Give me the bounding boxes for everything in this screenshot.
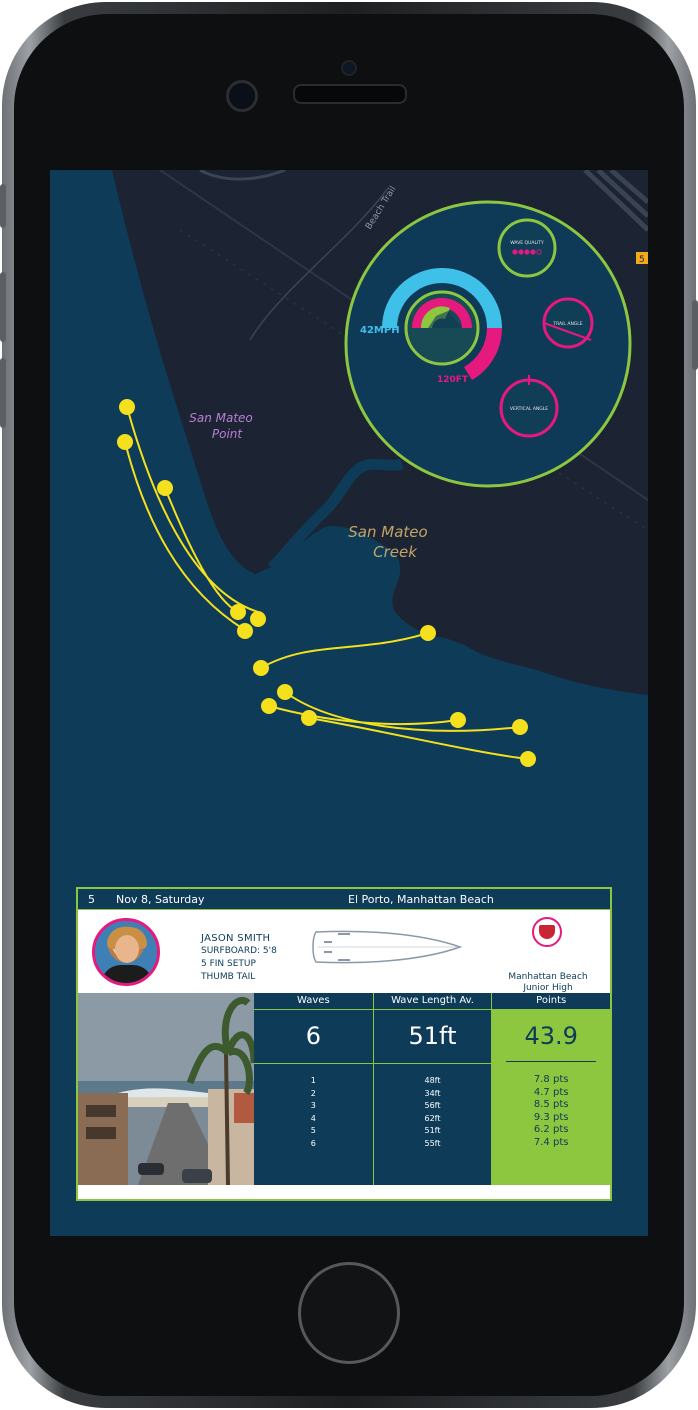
wave-point[interactable] (520, 751, 536, 767)
waves-column: Waves 6 1 2 3 4 5 6 (254, 993, 373, 1185)
wave-point[interactable] (512, 719, 528, 735)
avatar-shirt (101, 965, 153, 983)
list-item: 4.7 pts (533, 1086, 569, 1098)
tail-type: THUMB TAIL (201, 972, 256, 982)
wave-quality-label: WAVE QUALITY (510, 240, 544, 246)
list-item: 1 (310, 1076, 316, 1085)
points-total: 43.9 (524, 1022, 578, 1050)
session-date: Nov 8, Saturday (116, 892, 205, 906)
app-screen: 5 Beach Trail San Mateo Point San Mateo … (50, 170, 648, 1236)
map-label-creek-line1: San Mateo (348, 523, 427, 541)
points-divider (506, 1061, 597, 1062)
surfer-profile: JASON SMITH SURFBOARD: 5'8 5 FIN SETUP T… (78, 910, 610, 993)
list-item: 7.8 pts (533, 1074, 569, 1085)
vertical-angle-label: VERTICAL ANGLE (510, 406, 548, 412)
wave-quality-dots (512, 249, 542, 255)
wave-length-header: Wave Length Av. (373, 993, 492, 1010)
waves-header: Waves (254, 993, 373, 1010)
beach-photo-image (78, 993, 254, 1185)
list-item: 56ft (424, 1101, 441, 1111)
wave-point[interactable] (450, 712, 466, 728)
wave-length-average: 51ft (373, 1010, 492, 1064)
list-item: 62ft (424, 1113, 441, 1123)
waves-list: 1 2 3 4 5 6 (254, 1064, 373, 1151)
waves-total: 6 (254, 1010, 373, 1064)
session-header: 5 Nov 8, Saturday El Porto, Manhattan Be… (78, 889, 610, 910)
list-item: 9.3 pts (533, 1111, 569, 1123)
home-button[interactable] (298, 1262, 400, 1364)
list-item: 48ft (424, 1076, 441, 1085)
list-item: 5 (310, 1126, 316, 1136)
fin-setup: 5 FIN SETUP (201, 959, 256, 969)
proximity-sensor (341, 60, 357, 76)
school-crest-icon (539, 925, 555, 939)
wave-point[interactable] (250, 611, 266, 627)
wave-quality-gauge[interactable] (497, 218, 557, 278)
beach-photo (78, 993, 254, 1185)
stats-columns: Waves 6 1 2 3 4 5 6 Wave Length Av. 51ft (254, 993, 611, 1185)
school-name-line1: Manhattan Beach (508, 972, 588, 982)
wave-point[interactable] (119, 399, 135, 415)
surfboard-size: SURFBOARD: 5'8 (201, 946, 277, 956)
stats-panel: Waves 6 1 2 3 4 5 6 Wave Length Av. 51ft (78, 993, 611, 1185)
session-number: 5 (88, 892, 95, 906)
speed-label: 42MPH (360, 325, 400, 336)
list-item: 4 (310, 1113, 316, 1123)
height-label: 120FT (437, 375, 469, 385)
map-label-point-line1: San Mateo (189, 411, 253, 425)
power-button (692, 300, 698, 370)
wave-point[interactable] (253, 660, 269, 676)
wave-quality-dot (512, 249, 518, 255)
volume-down-button (0, 358, 6, 428)
list-item: 51ft (424, 1126, 441, 1136)
volume-up-button (0, 272, 6, 342)
earpiece-speaker (293, 84, 407, 104)
road-shield-label: 5 (639, 255, 645, 265)
trail-angle-label: TRAIL ANGLE (552, 321, 582, 327)
wave-point[interactable] (261, 698, 277, 714)
map-label-point-line2: Point (212, 427, 244, 441)
list-item: 2 (310, 1088, 316, 1098)
list-item: 3 (310, 1101, 316, 1111)
wave-gauge-panel[interactable]: 42MPH 120FT WAVE QUALITY TRAIL ANGLE VER… (344, 200, 632, 488)
surfboard-icon (312, 930, 463, 964)
list-item: 34ft (424, 1088, 441, 1098)
wave-quality-dot (524, 249, 530, 255)
wave-point[interactable] (157, 480, 173, 496)
list-item: 8.5 pts (533, 1099, 569, 1111)
wave-length-list: 48ft 34ft 56ft 62ft 51ft 55ft (374, 1064, 492, 1151)
session-card[interactable]: 5 Nov 8, Saturday El Porto, Manhattan Be… (76, 887, 612, 1201)
wave-quality-dot (530, 249, 536, 255)
wave-point[interactable] (277, 684, 293, 700)
wave-point[interactable] (301, 710, 317, 726)
wave-point[interactable] (230, 604, 246, 620)
points-column: Points 43.9 7.8 pts 4.7 pts 8.5 pts 9.3 … (491, 993, 611, 1185)
avatar[interactable] (92, 918, 160, 986)
list-item: 6.2 pts (533, 1124, 569, 1136)
list-item: 6 (310, 1138, 316, 1148)
wave-point[interactable] (237, 623, 253, 639)
surfer-name: JASON SMITH (201, 933, 271, 944)
front-camera (226, 80, 258, 112)
silent-switch (0, 184, 6, 228)
wave-length-column: Wave Length Av. 51ft 48ft 34ft 56ft 62ft… (372, 993, 492, 1185)
wave-point[interactable] (420, 625, 436, 641)
school-logo-icon (532, 917, 562, 947)
avatar-face (115, 935, 139, 963)
map-label-creek-line2: Creek (373, 543, 418, 561)
school-name: Manhattan Beach Junior High (498, 972, 598, 994)
wave-point[interactable] (117, 434, 133, 450)
wave-quality-dot (518, 249, 524, 255)
list-item: 55ft (424, 1138, 441, 1148)
points-header: Points (492, 993, 611, 1010)
list-item: 7.4 pts (533, 1136, 569, 1148)
session-location: El Porto, Manhattan Beach (348, 892, 494, 906)
surfer-info: JASON SMITH SURFBOARD: 5'8 5 FIN SETUP T… (201, 932, 277, 984)
points-list: 7.8 pts 4.7 pts 8.5 pts 9.3 pts 6.2 pts … (492, 1063, 610, 1150)
